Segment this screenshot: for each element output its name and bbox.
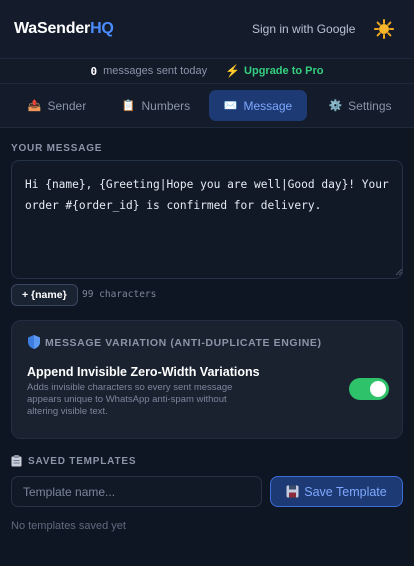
your-message-heading: YOUR MESSAGE [11, 143, 103, 154]
save-template-label: Save Template [304, 484, 387, 499]
tab-numbers[interactable]: 📋 Numbers [110, 90, 202, 121]
upgrade-to-pro-link[interactable]: Upgrade to Pro [244, 65, 323, 77]
zero-width-toggle[interactable] [349, 378, 389, 400]
clipboard-icon: 📋 [121, 100, 136, 112]
toggle-knob [370, 381, 386, 397]
lightning-icon: ⚡ [225, 64, 241, 78]
sun-icon[interactable] [374, 19, 394, 39]
tab-settings[interactable]: ⚙️ Settings [316, 90, 404, 121]
resize-handle-icon[interactable] [395, 268, 403, 276]
tab-sender-label: Sender [47, 98, 87, 113]
insert-name-variable-button[interactable]: + {name} [11, 284, 78, 306]
message-variation-panel: MESSAGE VARIATION (ANTI-DUPLICATE ENGINE… [11, 320, 403, 439]
message-variation-heading: MESSAGE VARIATION (ANTI-DUPLICATE ENGINE… [45, 337, 322, 349]
no-templates-note: No templates saved yet [11, 520, 126, 532]
brand-main: WaSender [14, 20, 91, 37]
tab-message-label: Message [243, 98, 293, 113]
tab-settings-label: Settings [348, 98, 392, 113]
zero-width-option-label: Append Invisible Zero-Width Variations [27, 365, 260, 379]
zero-width-option-description: Adds invisible characters so every sent … [27, 382, 233, 417]
template-name-input[interactable] [11, 476, 262, 507]
sender-icon: 📤 [27, 100, 42, 112]
messages-sent-count: 0 [90, 64, 98, 78]
tab-numbers-label: Numbers [141, 98, 191, 113]
gear-icon: ⚙️ [328, 100, 343, 112]
brand-logo: WaSenderHQ [14, 20, 114, 38]
message-textarea[interactable]: Hi {name}, {Greeting|Hope you are well|G… [11, 160, 403, 279]
clipboard-icon [11, 455, 22, 467]
message-icon: ✉️ [223, 100, 238, 112]
shield-icon [28, 335, 40, 349]
character-count: 99 characters [82, 289, 157, 300]
floppy-disk-icon [286, 485, 299, 498]
saved-templates-heading: SAVED TEMPLATES [28, 456, 137, 467]
scrollbar[interactable] [409, 128, 414, 566]
brand-suffix: HQ [90, 20, 114, 37]
tab-message[interactable]: ✉️ Message [209, 90, 307, 121]
messages-sent-label: messages sent today [103, 65, 208, 77]
tab-sender[interactable]: 📤 Sender [14, 90, 100, 121]
status-bar: 0 messages sent today ⚡ Upgrade to Pro [0, 58, 414, 84]
save-template-button[interactable]: Save Template [270, 476, 403, 507]
sign-in-google-link[interactable]: Sign in with Google [252, 22, 355, 36]
tab-bar: 📤 Sender 📋 Numbers ✉️ Message ⚙️ Setting… [0, 84, 414, 128]
